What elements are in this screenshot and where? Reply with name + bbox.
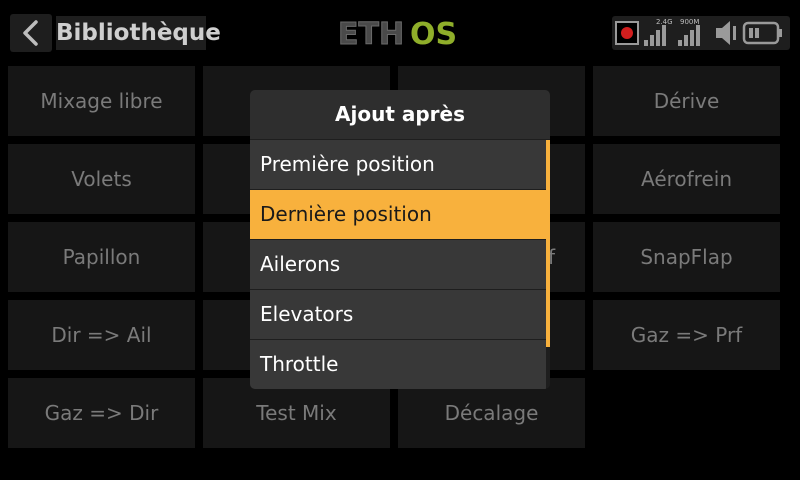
mix-tile[interactable]: SnapFlap bbox=[593, 222, 780, 292]
mix-tile-label: Dir => Ail bbox=[51, 323, 152, 347]
dialog-title: Ajout après bbox=[250, 90, 550, 139]
mix-tile-label: Papillon bbox=[62, 245, 141, 269]
mix-tile-label: Gaz => Prf bbox=[630, 323, 743, 347]
mix-tile[interactable]: Gaz => Dir bbox=[8, 378, 195, 448]
mix-tile-label: SnapFlap bbox=[640, 245, 733, 269]
mix-tile[interactable]: Gaz => Prf bbox=[593, 300, 780, 370]
mix-tile-label: Aérofrein bbox=[640, 167, 732, 191]
option-elevators[interactable]: Elevators bbox=[250, 290, 546, 339]
option-throttle[interactable]: Throttle bbox=[250, 340, 546, 389]
mix-tile-label: Gaz => Dir bbox=[44, 401, 159, 425]
mix-tile[interactable]: Mixage libre bbox=[8, 66, 195, 136]
add-after-dialog: Ajout après Première position Dernière p… bbox=[250, 90, 550, 389]
option-premiere-position[interactable]: Première position bbox=[250, 140, 546, 189]
mix-tile[interactable]: Volets bbox=[8, 144, 195, 214]
mix-tile[interactable]: Aérofrein bbox=[593, 144, 780, 214]
mix-tile-label: Test Mix bbox=[256, 401, 337, 425]
mix-tile[interactable]: Papillon bbox=[8, 222, 195, 292]
mix-tile-label: Dérive bbox=[653, 89, 720, 113]
option-ailerons[interactable]: Ailerons bbox=[250, 240, 546, 289]
mix-tile[interactable]: Dir => Ail bbox=[8, 300, 195, 370]
mix-tile-label: Mixage libre bbox=[40, 89, 163, 113]
dialog-scrollbar[interactable] bbox=[546, 140, 550, 347]
mix-tile[interactable]: Dérive bbox=[593, 66, 780, 136]
mix-tile-label: Volets bbox=[71, 167, 132, 191]
option-derniere-position[interactable]: Dernière position bbox=[250, 190, 546, 239]
mix-tile-label: Décalage bbox=[444, 401, 539, 425]
